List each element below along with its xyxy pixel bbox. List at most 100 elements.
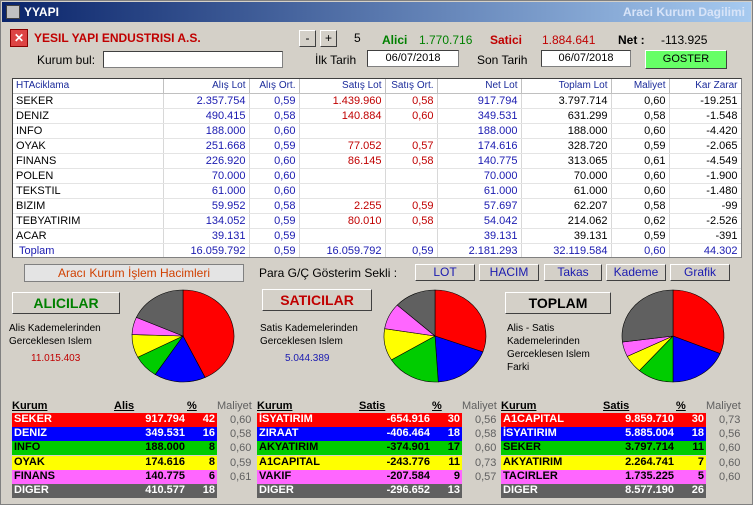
panel-row[interactable]: VAKIF -207.584 9 (257, 469, 462, 484)
panel-row[interactable]: OYAK 174.616 8 (12, 455, 217, 470)
ilk-tarih-field[interactable]: 06/07/2018 (367, 50, 459, 67)
panel-value: -374.901 (386, 441, 430, 454)
table-cell: 188.000 (163, 123, 250, 139)
panel-row[interactable]: İSYATIRIM -654.916 30 (257, 413, 462, 427)
table-cell: 0,62 (611, 213, 670, 229)
table-cell: 0,59 (249, 228, 300, 244)
panel-row[interactable]: AKYATIRIM 2.264.741 7 (501, 455, 706, 470)
table-cell: 0,60 (611, 183, 670, 199)
panel-row[interactable]: DIGER 8.577.190 26 (501, 484, 706, 498)
column-header[interactable]: Alış Ort. (249, 79, 300, 94)
column-header[interactable]: Satış Lot (299, 79, 386, 94)
goster-button[interactable]: GOSTER (645, 50, 727, 69)
table-cell: 328.720 (521, 138, 612, 154)
column-header[interactable]: Toplam Lot (521, 79, 612, 94)
close-icon[interactable]: ✕ (10, 29, 28, 47)
table-cell: 214.062 (521, 213, 612, 229)
table-cell (299, 183, 386, 199)
panel-row[interactable]: ZIRAAT -406.464 18 (257, 427, 462, 442)
panel-percent: 11 (448, 455, 460, 468)
panel-row[interactable]: INFO 188.000 8 (12, 441, 217, 456)
table-cell: INFO (13, 123, 164, 139)
panel-row[interactable]: DIGER 410.577 18 (12, 484, 217, 498)
panel-value: -243.776 (386, 455, 430, 468)
toplam-button[interactable]: TOPLAM (505, 292, 611, 314)
panel-row[interactable]: DIGER -296.652 13 (257, 484, 462, 498)
panel-value: 174.616 (145, 455, 185, 468)
panel-broker: TACIRLER (503, 469, 558, 482)
ilk-tarih-label: İlk Tarih (315, 53, 357, 67)
panel-row[interactable]: DENIZ 349.531 16 (12, 427, 217, 442)
son-tarih-field[interactable]: 06/07/2018 (541, 50, 631, 67)
column-header[interactable]: Alış Lot (163, 79, 250, 94)
tab-takas[interactable]: Takas (544, 264, 602, 281)
table-row[interactable]: BIZIM 59.952 0,58 2.255 0,59 57.697 62.207 0,58… (13, 198, 741, 214)
column-header[interactable]: Kar Zarar (669, 79, 741, 94)
panel-row[interactable]: A1CAPITAL -243.776 11 (257, 455, 462, 470)
table-cell: 0,59 (249, 213, 300, 229)
table-cell: TEKSTIL (13, 183, 164, 199)
panel-broker: SEKER (503, 441, 541, 454)
table-row[interactable]: TEBYATIRIM 134.052 0,59 80.010 0,58 54.042 214… (13, 213, 741, 229)
plus-button[interactable]: + (320, 30, 337, 47)
panel-percent: 11 (692, 441, 704, 454)
tab-grafik[interactable]: Grafik (670, 264, 730, 281)
panel-row[interactable]: A1CAPITAL 9.859.710 30 (501, 413, 706, 427)
table-row[interactable]: SEKER 2.357.754 0,59 1.439.960 0,58 917.794 3.… (13, 93, 741, 109)
table-cell: TEBYATIRIM (13, 213, 164, 229)
table-cell: -1.548 (669, 108, 741, 124)
tab-lot[interactable]: LOT (415, 264, 475, 281)
panel-percent: 8 (208, 441, 215, 454)
toplam-pie (621, 289, 725, 383)
total-cell: 16.059.792 (299, 243, 386, 257)
app-icon (6, 5, 20, 19)
saticilar-desc-line: Satis Kademelerinden (260, 323, 358, 334)
panel-row[interactable]: SEKER 3.797.714 11 (501, 441, 706, 456)
main-window: YYAPI Araci Kurum Dagilimi ✕ YESIL YAPI … (0, 0, 753, 505)
panel-maliyet: 0,58 (230, 428, 252, 441)
panel-row[interactable]: İSYATIRIM 5.885.004 18 (501, 427, 706, 442)
alicilar-button[interactable]: ALICILAR (12, 292, 120, 314)
panel-header: Maliyet (706, 400, 741, 412)
table-cell: 39.131 (521, 228, 612, 244)
table-cell: 188.000 (521, 123, 612, 139)
panel-percent: 18 (691, 427, 704, 440)
table-row[interactable]: FINANS 226.920 0,60 86.145 0,58 140.775 313.06… (13, 153, 741, 169)
column-header[interactable]: Net Lot (437, 79, 522, 94)
table-row[interactable]: TEKSTIL 61.000 0,60 61.000 61.000 0,60 -1.480 (13, 183, 741, 199)
title-bar[interactable]: YYAPI Araci Kurum Dagilimi (2, 2, 751, 22)
panel-maliyet: 0,56 (719, 428, 741, 441)
panel-header: Satis (359, 400, 386, 412)
panel-value: 349.531 (145, 427, 185, 440)
table-row[interactable]: OYAK 251.668 0,59 77.052 0,57 174.616 328.720 0… (13, 138, 741, 154)
para-label: Para G/Ç Gösterim Sekli : (259, 266, 398, 280)
panel-row[interactable]: SEKER 917.794 42 (12, 413, 217, 427)
table-cell: 134.052 (163, 213, 250, 229)
table-row[interactable]: ACAR 39.131 0,59 39.131 39.131 0,59 -391 (13, 228, 741, 244)
panel-percent: 17 (447, 441, 460, 454)
minus-button[interactable]: - (299, 30, 316, 47)
panel-broker: FINANS (14, 469, 55, 482)
panel-value: 140.775 (145, 469, 185, 482)
panel-value: 3.797.714 (625, 441, 674, 454)
panel-row[interactable]: AKYATIRIM -374.901 17 (257, 441, 462, 456)
column-header[interactable]: Maliyet (611, 79, 670, 94)
kurum-search-input[interactable] (103, 51, 283, 68)
table-row[interactable]: INFO 188.000 0,60 188.000 188.000 0,60 -4.420 (13, 123, 741, 139)
table-cell: 0,60 (249, 183, 300, 199)
table-cell: 313.065 (521, 153, 612, 169)
saticilar-button[interactable]: SATICILAR (262, 289, 372, 311)
panel-row[interactable]: FINANS 140.775 6 (12, 469, 217, 484)
total-cell: 2.181.293 (437, 243, 522, 257)
column-header[interactable]: Satış Ort. (385, 79, 438, 94)
toplam-desc-line: Kademelerinden (507, 336, 580, 347)
table-row[interactable]: DENIZ 490.415 0,58 140.884 0,60 349.531 631.29… (13, 108, 741, 124)
panel-row[interactable]: TACIRLER 1.735.225 5 (501, 469, 706, 484)
table-cell: 0,59 (611, 138, 670, 154)
column-header[interactable]: HTAciklama (13, 79, 164, 94)
table-row[interactable]: POLEN 70.000 0,60 70.000 70.000 0,60 -1.900 (13, 168, 741, 184)
tab-hacim[interactable]: HACIM (479, 264, 539, 281)
alicilar-desc-line: Gerceklesen Islem (9, 336, 92, 347)
tab-kademe[interactable]: Kademe (606, 264, 666, 281)
panel-percent: 30 (447, 413, 460, 425)
